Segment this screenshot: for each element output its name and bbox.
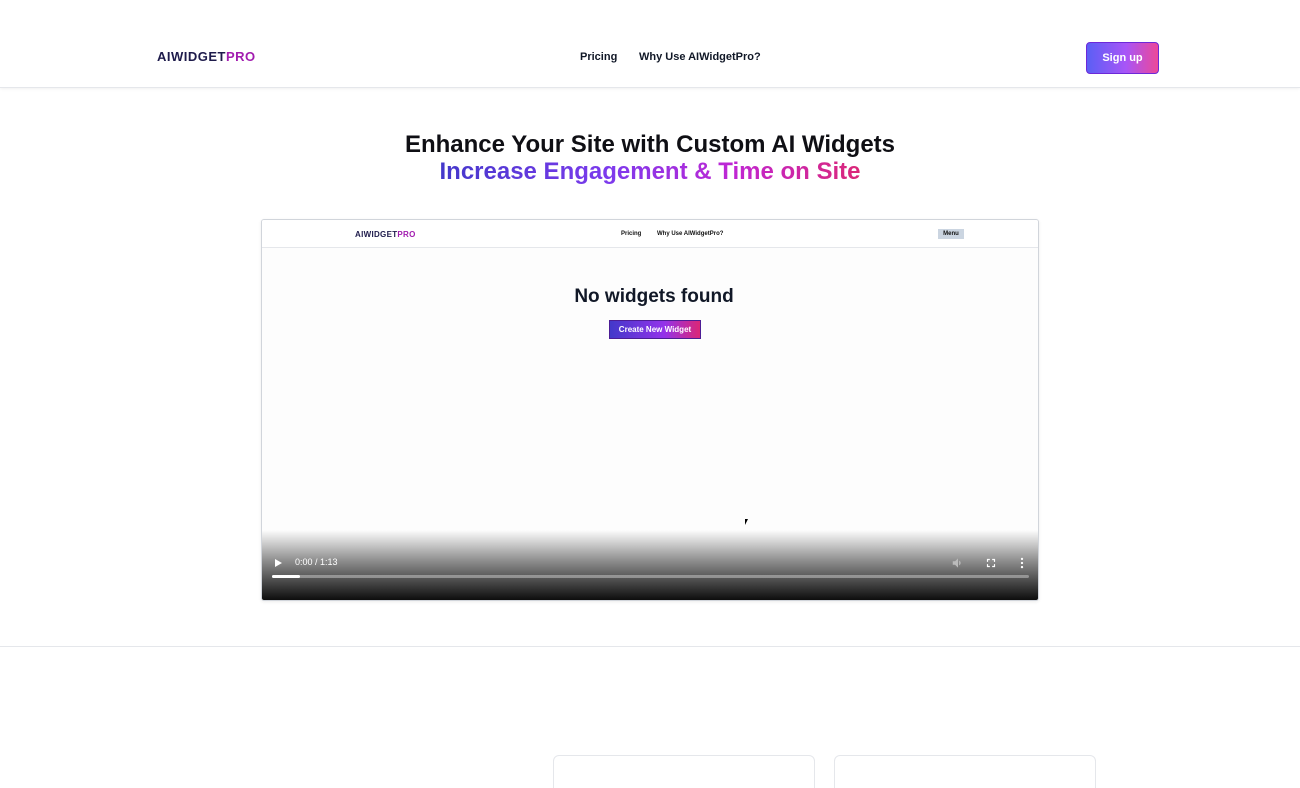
video-inner-nav-pricing: Pricing (621, 231, 642, 237)
volume-icon[interactable] (951, 556, 965, 570)
cursor-icon (745, 519, 748, 525)
fullscreen-icon[interactable] (984, 556, 998, 570)
logo-accent: PRO (226, 49, 256, 64)
feature-card (553, 755, 815, 788)
play-icon[interactable] (275, 559, 282, 567)
feature-card (834, 755, 1096, 788)
hero-subtitle: Increase Engagement & Time on Site (0, 157, 1300, 187)
video-inner-logo: AIWIDGETPRO (355, 230, 416, 239)
section-divider (0, 646, 1300, 647)
hero-title: Enhance Your Site with Custom AI Widgets (404, 131, 896, 158)
video-inner-nav-why: Why Use AIWidgetPro? (657, 231, 724, 237)
video-inner-title: No widgets found (574, 286, 734, 307)
nav-link-why-use[interactable]: Why Use AIWidgetPro? (639, 51, 761, 63)
signup-button[interactable]: Sign up (1086, 42, 1159, 74)
video-inner-menu: Menu (938, 229, 964, 239)
site-header: AIWIDGETPRO Pricing Why Use AIWidgetPro?… (0, 0, 1300, 88)
demo-video-player[interactable]: AIWIDGETPRO Pricing Why Use AIWidgetPro?… (261, 219, 1039, 601)
video-progress-bar[interactable] (272, 575, 1029, 578)
video-inner-create-button: Create New Widget (609, 320, 701, 339)
site-logo[interactable]: AIWIDGETPRO (157, 49, 256, 64)
more-vert-icon[interactable] (1018, 556, 1026, 570)
video-inner-header: AIWIDGETPRO Pricing Why Use AIWidgetPro?… (262, 220, 1038, 248)
logo-main: AIWIDGET (157, 49, 226, 64)
nav-link-pricing[interactable]: Pricing (580, 51, 617, 63)
video-time-display: 0:00 / 1:13 (295, 557, 338, 567)
video-progress-fill (272, 575, 300, 578)
hero-subtitle-text: Increase Engagement & Time on Site (439, 158, 861, 185)
video-controls: 0:00 / 1:13 (262, 530, 1038, 600)
